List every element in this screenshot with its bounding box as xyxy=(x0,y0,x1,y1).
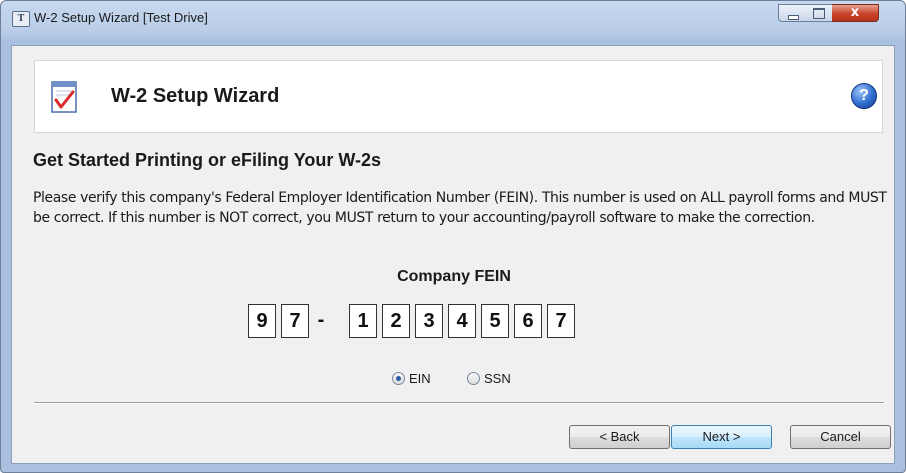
footer-divider xyxy=(34,402,884,404)
fein-digit: 7 xyxy=(281,304,309,338)
title-bar[interactable]: T W-2 Setup Wizard [Test Drive] x xyxy=(1,1,905,45)
fein-label: Company FEIN xyxy=(397,268,511,285)
fein-description: Please verify this company's Federal Emp… xyxy=(33,190,887,226)
fein-digit: 4 xyxy=(448,304,476,338)
fein-digit: 6 xyxy=(514,304,542,338)
wizard-window: T W-2 Setup Wizard [Test Drive] x W-2 Se… xyxy=(0,0,906,473)
maximize-button[interactable] xyxy=(805,4,833,22)
wizard-header: W-2 Setup Wizard ? xyxy=(34,60,883,133)
fein-digit: 7 xyxy=(547,304,575,338)
page-heading: Get Started Printing or eFiling Your W-2… xyxy=(33,150,382,170)
minimize-button[interactable] xyxy=(778,4,806,22)
fein-digit: 5 xyxy=(481,304,509,338)
wizard-client-area: W-2 Setup Wizard ? Get Started Printing … xyxy=(11,45,895,464)
ssn-radio-label: SSN xyxy=(484,371,511,386)
next-button[interactable]: Next > xyxy=(671,425,772,449)
wizard-title: W-2 Setup Wizard xyxy=(111,85,280,107)
close-button[interactable]: x xyxy=(832,4,879,22)
ssn-radio-button[interactable] xyxy=(467,372,480,385)
fein-digit: 2 xyxy=(382,304,410,338)
app-icon: T xyxy=(12,11,30,27)
window-title: W-2 Setup Wizard [Test Drive] xyxy=(34,10,208,25)
help-icon[interactable]: ? xyxy=(851,83,877,109)
ein-radio-label: EIN xyxy=(409,371,431,386)
close-icon: x xyxy=(850,5,860,20)
cancel-button[interactable]: Cancel xyxy=(790,425,891,449)
fein-digit: 3 xyxy=(415,304,443,338)
fein-digit: 1 xyxy=(349,304,377,338)
fein-digit: 9 xyxy=(248,304,276,338)
checklist-icon xyxy=(51,81,77,113)
ein-radio-button[interactable] xyxy=(392,372,405,385)
back-button[interactable]: < Back xyxy=(569,425,670,449)
fein-separator: - xyxy=(317,309,325,331)
